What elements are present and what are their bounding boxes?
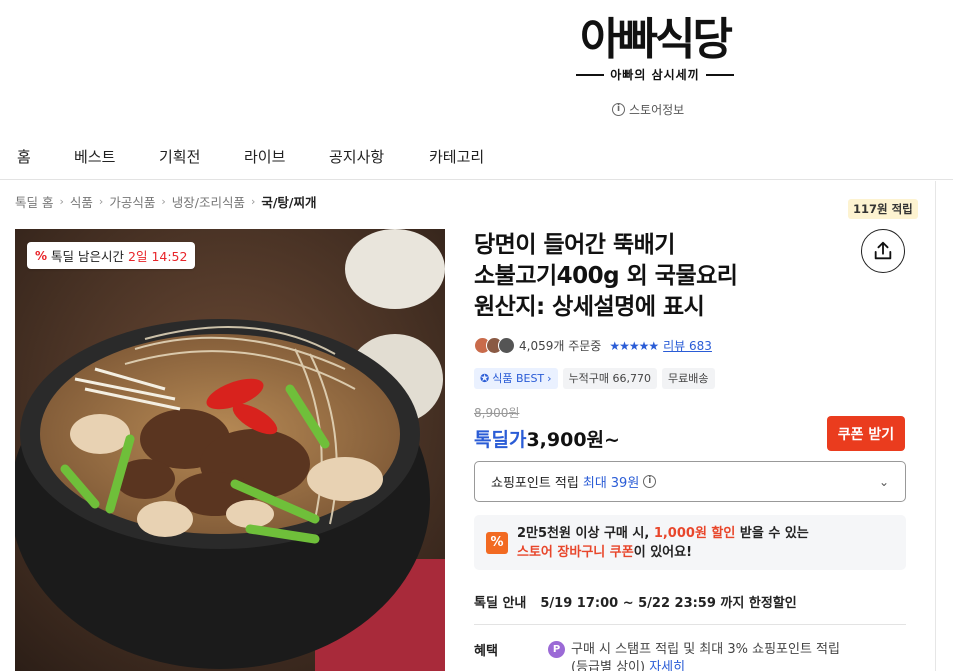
tag-label: 식품 BEST: [492, 372, 545, 385]
point-label: 쇼핑포인트 적립: [491, 476, 579, 491]
share-button[interactable]: [861, 229, 905, 273]
promo-discount: 1,000원 할인: [653, 525, 736, 541]
cart-coupon-promo[interactable]: % 2만5천원 이상 구매 시, 1,000원 할인 받을 수 있는 스토어 장…: [474, 515, 906, 570]
point-amount: 39원: [610, 476, 640, 491]
section-divider: [474, 624, 906, 625]
store-info-link[interactable]: i 스토어정보: [612, 101, 684, 118]
points-badge: 117원 적립: [848, 199, 918, 219]
badge-icon: ✪: [480, 372, 490, 385]
breadcrumb: 톡딜 홈 › 식품 › 가공식품 › 냉장/조리식품 › 국/탕/찌개: [15, 192, 317, 211]
avatar: [498, 337, 515, 354]
info-icon: i: [612, 103, 625, 116]
benefit-text-sub: (등급별 상이): [571, 660, 646, 671]
promo-text-part: 이 있어요!: [633, 544, 692, 560]
deal-label: 톡딜가: [474, 429, 527, 451]
deal-timer-badge: % 톡딜 남은시간 2일 14:52: [27, 242, 196, 269]
benefit-label: 혜택: [474, 644, 498, 659]
nav-live[interactable]: 라이브: [244, 146, 285, 167]
logo-subtitle: 아빠의 삼시세끼: [610, 68, 700, 82]
logo-divider-right: [705, 73, 734, 76]
panel-divider: [935, 181, 936, 671]
coupon-percent-icon: %: [486, 531, 508, 554]
nav-home[interactable]: 홈: [17, 146, 31, 167]
promo-coupon-name: 스토어 장바구니 쿠폰: [517, 544, 634, 560]
store-nav: 홈 베스트 기획전 라이브 공지사항 카테고리: [0, 140, 953, 180]
promo-text-part: 2만5천원 이상 구매 시,: [517, 525, 654, 541]
breadcrumb-current[interactable]: 국/탕/찌개: [261, 192, 316, 211]
stew-illustration: [15, 229, 445, 671]
point-prefix: 최대: [582, 476, 607, 491]
product-tags: ✪ 식품 BEST › 누적구매 66,770 무료배송: [474, 368, 715, 389]
deal-info: 톡딜 안내 5/19 17:00 ~ 5/22 23:59 까지 한정할인: [474, 592, 797, 611]
info-icon[interactable]: i: [643, 475, 657, 488]
deal-price-row: 톡딜가3,900원~: [474, 425, 620, 452]
chevron-right-icon: ›: [161, 195, 166, 208]
review-link[interactable]: 리뷰 683: [663, 337, 712, 354]
product-title-line: 소불고기400g 외 국물요리: [474, 263, 738, 289]
chevron-right-icon: ›: [547, 372, 552, 385]
coupon-button[interactable]: 쿠폰 받기: [827, 416, 905, 451]
deal-info-label: 톡딜 안내: [474, 596, 527, 611]
nav-category[interactable]: 카테고리: [429, 146, 484, 167]
nav-best[interactable]: 베스트: [74, 146, 115, 167]
logo-subtitle-row: 아빠의 삼시세끼: [560, 66, 750, 83]
timer-label: 톡딜 남은시간: [51, 249, 125, 264]
logo-title: 아빠식당: [580, 14, 733, 65]
original-price: 8,900원: [474, 406, 520, 420]
deal-price: 3,900원~: [526, 429, 620, 451]
tag-food-best[interactable]: ✪ 식품 BEST ›: [474, 368, 558, 389]
chevron-right-icon: ›: [59, 195, 64, 208]
chevron-right-icon: ›: [98, 195, 104, 208]
order-count: 4,059개 주문중: [519, 339, 602, 353]
product-title-line: 원산지: 상세설명에 표시: [474, 294, 705, 320]
percent-icon: %: [35, 248, 48, 263]
nav-notice[interactable]: 공지사항: [329, 146, 384, 167]
chevron-down-icon: ⌄: [878, 474, 889, 489]
promo-text-part: 받을 수 있는: [735, 525, 809, 541]
breadcrumb-item[interactable]: 톡딜 홈: [15, 192, 53, 211]
shopping-point-select[interactable]: 쇼핑포인트 적립 최대 39원 i ⌄: [474, 461, 906, 502]
benefit-row: P 구매 시 스탬프 적립 및 최대 3% 쇼핑포인트 적립 (등급별 상이) …: [548, 641, 840, 671]
breadcrumb-item[interactable]: 냉장/조리식품: [172, 192, 245, 211]
share-icon: [874, 241, 892, 260]
product-image[interactable]: [15, 229, 445, 671]
store-logo[interactable]: 아빠식당 아빠의 삼시세끼: [560, 16, 750, 83]
product-stats: 4,059개 주문중 ★★★★★ 리뷰 683: [474, 337, 712, 354]
buyer-avatars: [474, 337, 515, 354]
promo-text: 2만5천원 이상 구매 시, 1,000원 할인 받을 수 있는 스토어 장바구…: [517, 524, 809, 562]
store-info-label: 스토어정보: [629, 103, 685, 117]
point-p-icon: P: [548, 641, 565, 658]
tag-free-shipping: 무료배송: [662, 368, 715, 389]
breadcrumb-item[interactable]: 가공식품: [109, 192, 155, 211]
benefit-text: 구매 시 스탬프 적립 및 최대 3% 쇼핑포인트 적립: [571, 642, 840, 657]
deal-info-value: 5/19 17:00 ~ 5/22 23:59 까지 한정할인: [540, 596, 797, 611]
product-title: 당면이 들어간 뚝배기 소불고기400g 외 국물요리 원산지: 상세설명에 표…: [474, 230, 834, 323]
benefit-detail-link[interactable]: 자세히: [649, 660, 685, 671]
chevron-right-icon: ›: [250, 195, 256, 208]
product-title-line: 당면이 들어간 뚝배기: [474, 232, 675, 258]
rating-stars-icon: ★★★★★: [609, 338, 659, 353]
logo-divider-left: [576, 73, 605, 76]
tag-cumulative-purchase: 누적구매 66,770: [562, 368, 658, 389]
breadcrumb-item[interactable]: 식품: [70, 192, 93, 211]
nav-exhibition[interactable]: 기획전: [159, 146, 200, 167]
timer-value: 2일 14:52: [128, 249, 188, 264]
